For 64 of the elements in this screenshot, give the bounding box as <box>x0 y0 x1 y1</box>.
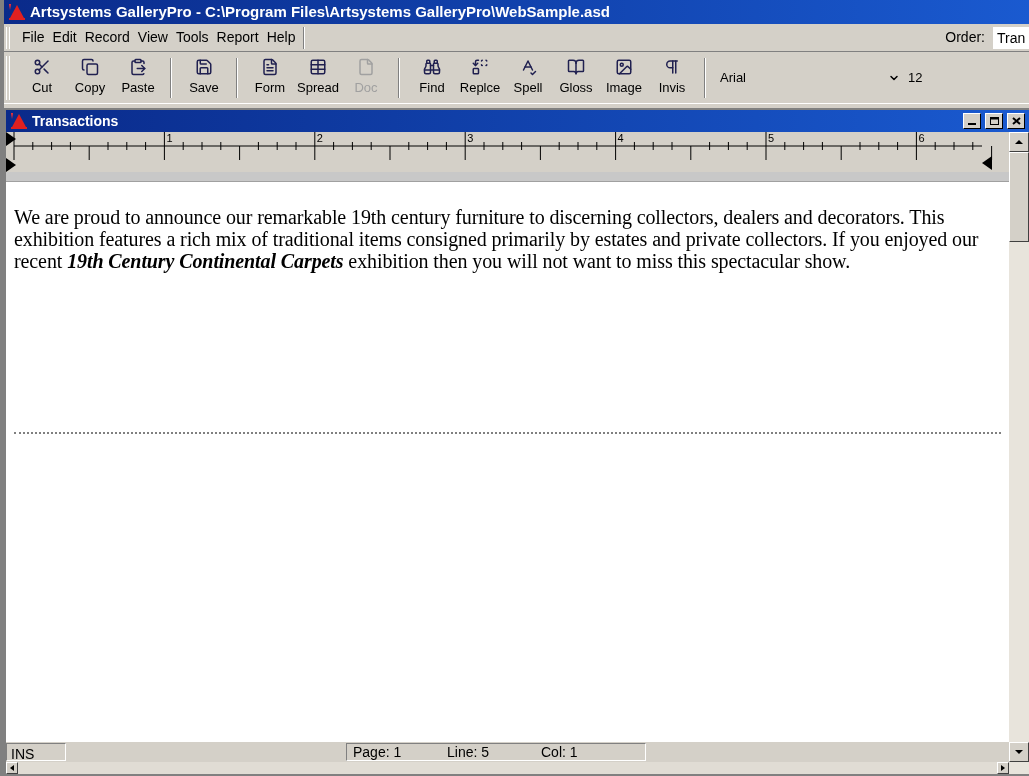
table-icon <box>309 57 327 76</box>
ruler-number: 1 <box>166 131 173 146</box>
menu-item[interactable]: Edit <box>48 27 81 48</box>
app-logo-icon <box>10 112 28 130</box>
app-logo-icon <box>8 3 26 21</box>
status-mode: INS <box>6 743 66 761</box>
maximize-button[interactable] <box>985 113 1003 129</box>
close-button[interactable] <box>1007 113 1025 129</box>
pilcrow-icon <box>663 57 681 76</box>
scroll-right-icon[interactable] <box>997 762 1009 774</box>
image-icon <box>615 57 633 76</box>
right-indent-marker-icon[interactable] <box>982 156 992 170</box>
status-text: Line: 5 <box>446 742 491 762</box>
close-icon <box>1011 117 1021 125</box>
scroll-down-icon[interactable] <box>1009 742 1029 762</box>
toolbar-button[interactable]: Image <box>600 54 648 101</box>
font-size-field[interactable]: 12 <box>908 67 923 88</box>
menu-item[interactable]: View <box>133 27 172 48</box>
document-title: Transactions <box>32 111 119 131</box>
ruler-number: 5 <box>768 131 775 146</box>
toolbar-button[interactable]: Save <box>180 54 228 101</box>
vertical-scrollbar[interactable] <box>1009 132 1029 774</box>
clipboard-icon <box>129 57 147 76</box>
ruler-number: 4 <box>617 131 624 146</box>
left-indent-marker-icon[interactable] <box>6 158 16 172</box>
toolbar-button[interactable]: Replce <box>456 54 504 101</box>
toolbar-button[interactable]: Paste <box>114 54 162 101</box>
toolbar-button[interactable]: Spread <box>294 54 342 101</box>
window-title: Artsystems GalleryPro - C:\Program Files\Artsystems GalleryPro\WebSample.asd <box>30 1 610 22</box>
scroll-up-icon[interactable] <box>1009 132 1029 152</box>
minimize-button[interactable] <box>963 113 981 129</box>
scroll-thumb[interactable] <box>1009 152 1029 242</box>
toolbar-button[interactable]: Find <box>408 54 456 101</box>
menu-item[interactable]: Record <box>80 27 134 48</box>
first-indent-marker-icon[interactable] <box>6 132 16 146</box>
toolbar-button[interactable]: Form <box>246 54 294 101</box>
scroll-left-icon[interactable] <box>6 762 18 774</box>
maximize-icon <box>989 117 999 125</box>
toolbar-button[interactable]: Invis <box>648 54 696 101</box>
status-text: Page: 1 <box>352 742 403 762</box>
status-text: Col: 1 <box>540 742 579 762</box>
order-label: Order: <box>945 28 985 47</box>
document-paragraph: We are proud to announce our remarkable 19th century furniture to discerning collectors, dealers and decorators. This exhibition features a rich mix of traditional items consigned primarily by estates and private collectors. If you enjoyed our recent 19th Century Continental Carpets exhibition then you will not want to miss this spectacular show. <box>14 206 980 272</box>
toolbar-button[interactable]: Cut <box>18 54 66 101</box>
document-icon <box>357 57 375 76</box>
menu-item[interactable]: File <box>18 27 49 48</box>
ruler-number: 6 <box>918 131 925 146</box>
ruler-number: 3 <box>467 131 474 146</box>
book-icon <box>567 57 585 76</box>
form-icon <box>261 57 279 76</box>
copy-icon <box>81 57 99 76</box>
toolbar-button[interactable]: Spell <box>504 54 552 101</box>
menu-item[interactable]: Tools <box>171 27 213 48</box>
toolbar-button[interactable]: Gloss <box>552 54 600 101</box>
toolbar-button[interactable]: Copy <box>66 54 114 101</box>
minimize-icon <box>968 123 976 125</box>
binoculars-icon <box>423 57 441 76</box>
replace-icon <box>471 57 489 76</box>
scissors-icon <box>33 57 51 76</box>
ruler-number: 2 <box>316 131 323 146</box>
menu-item[interactable]: Report <box>212 27 263 48</box>
horizontal-scrollbar[interactable] <box>6 762 1009 774</box>
menu-item[interactable]: Help <box>262 27 300 48</box>
order-field[interactable]: Tran <box>993 26 1029 49</box>
